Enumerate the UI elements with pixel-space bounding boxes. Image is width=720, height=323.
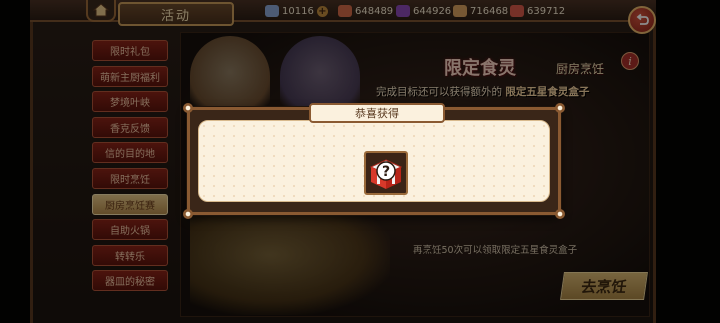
corner-ornament xyxy=(183,209,193,219)
corner-ornament xyxy=(555,209,565,219)
reward-dialog-body: ? xyxy=(198,120,550,202)
svg-text:?: ? xyxy=(382,164,390,180)
corner-ornament xyxy=(555,103,565,113)
reward-dialog-title: 恭喜获得 xyxy=(309,103,445,123)
corner-ornament xyxy=(183,103,193,113)
reward-dialog: ? 恭喜获得 xyxy=(183,103,565,219)
reward-item[interactable]: ? xyxy=(364,151,408,195)
mystery-gift-box-icon: ? xyxy=(369,159,403,189)
